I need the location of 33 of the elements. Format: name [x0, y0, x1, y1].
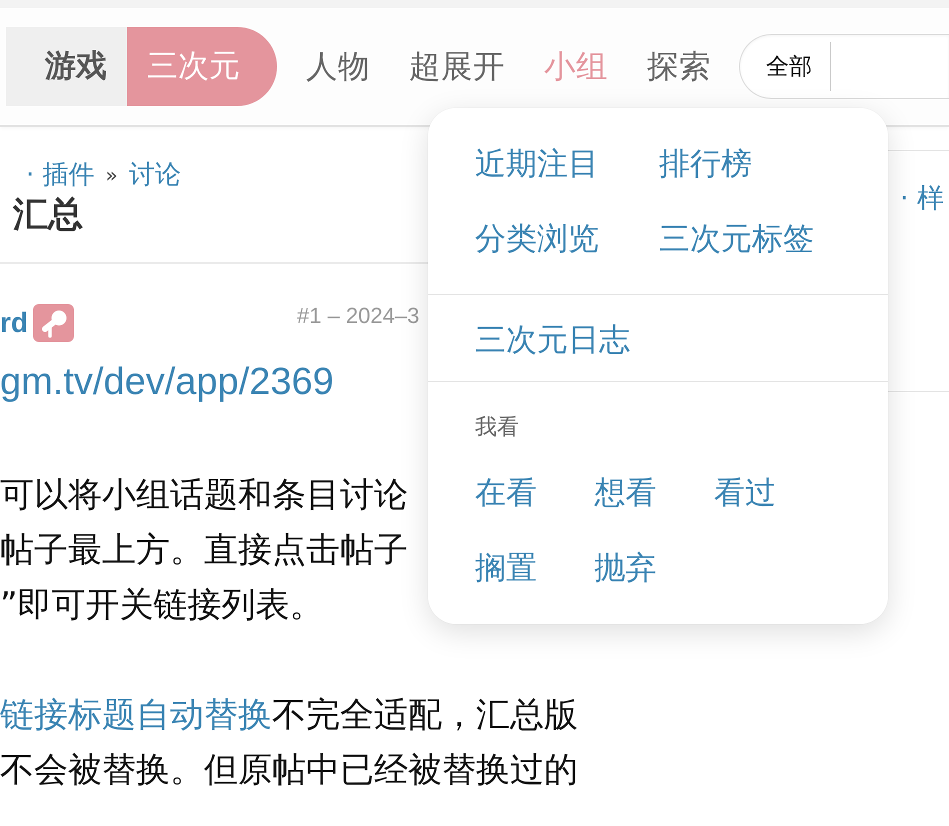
menu-item[interactable]: 在看 — [475, 471, 537, 515]
menu-item[interactable]: 三次元标签 — [659, 217, 814, 261]
post-meta: #1 – 2024–3 — [297, 302, 420, 330]
menu-heading: 我看 — [475, 414, 519, 442]
menu-item[interactable]: 三次元日志 — [475, 318, 630, 362]
search-bar[interactable]: 全部 — [739, 34, 949, 99]
breadcrumb-link[interactable]: · 插件 — [26, 157, 95, 193]
post-text: 不完全适配，汇总版 — [272, 694, 578, 737]
post-text: 可以将小组话题和条目讨论 — [0, 474, 408, 517]
category-tab[interactable]: 三次元 — [127, 27, 277, 106]
nav-link[interactable]: 小组 — [544, 46, 608, 86]
menu-item[interactable]: 想看 — [594, 471, 656, 515]
menu-item[interactable]: 看过 — [714, 471, 776, 515]
nav-link[interactable]: 超展开 — [409, 46, 505, 86]
breadcrumb-separator: » — [106, 162, 118, 189]
microphone-icon — [33, 304, 74, 342]
post-text: ”即可开关链接列表。 — [0, 584, 324, 627]
nav-link[interactable]: 探索 — [647, 46, 711, 86]
search-scope-select[interactable]: 全部 — [740, 42, 831, 91]
menu-item[interactable]: 搁置 — [475, 546, 537, 590]
topic-title: 汇总 — [12, 194, 83, 237]
nav-link[interactable]: 人物 — [306, 46, 370, 86]
category-tab[interactable]: 游戏 — [6, 27, 127, 106]
author-name[interactable]: rd — [0, 306, 28, 340]
menu-item[interactable]: 抛弃 — [594, 546, 656, 590]
post-text: 不会被替换。但原帖中已经被替换过的 — [0, 749, 578, 792]
side-link[interactable]: · 样 — [900, 183, 944, 214]
menu-item[interactable]: 分类浏览 — [475, 217, 599, 261]
menu-item[interactable]: 近期注目 — [475, 142, 599, 186]
post-text: 帖子最上方。直接点击帖子 — [0, 529, 408, 572]
post-url-link[interactable]: gm.tv/dev/app/2369 — [0, 355, 334, 410]
menu-item[interactable]: 排行榜 — [659, 142, 752, 186]
breadcrumb-link[interactable]: 讨论 — [128, 157, 181, 193]
